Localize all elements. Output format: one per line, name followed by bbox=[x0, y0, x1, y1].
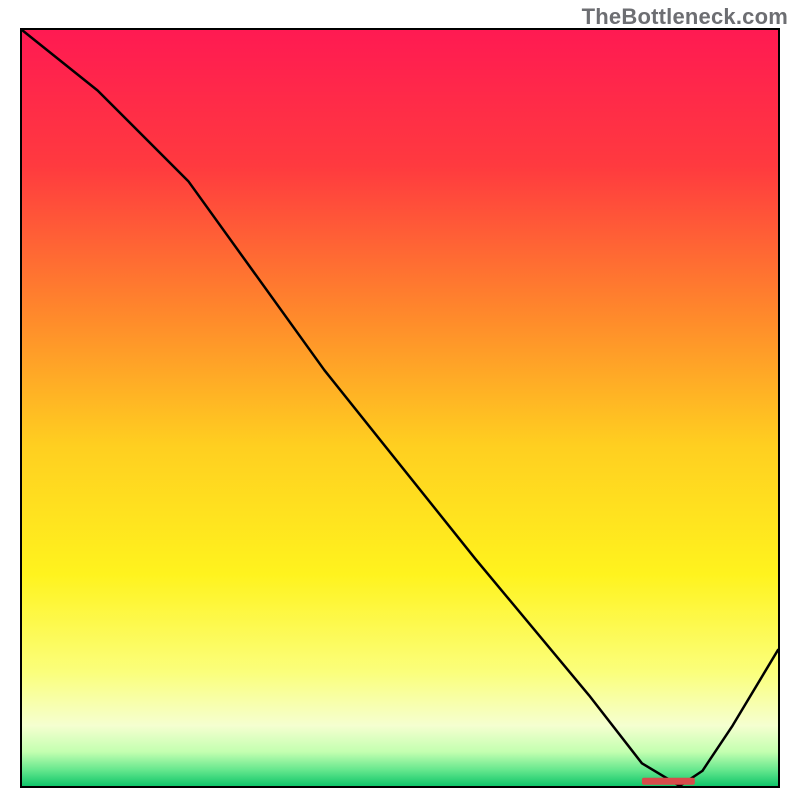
chart-svg bbox=[22, 30, 778, 786]
chart-stage: TheBottleneck.com bbox=[0, 0, 800, 800]
plot-area bbox=[20, 28, 780, 788]
optimum-marker bbox=[642, 778, 695, 785]
gradient-fill bbox=[22, 30, 778, 786]
attribution-text: TheBottleneck.com bbox=[582, 4, 788, 30]
